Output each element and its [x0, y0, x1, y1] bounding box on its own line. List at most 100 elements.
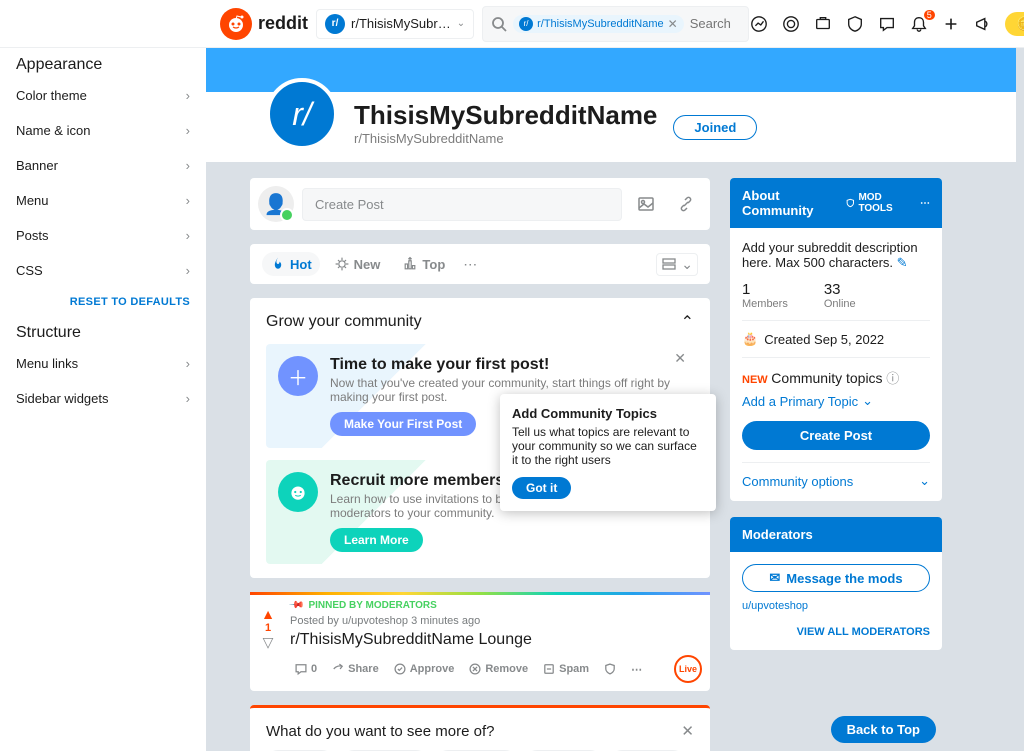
- panel-item-sidebar-widgets[interactable]: Sidebar widgets›: [0, 381, 206, 416]
- comments-button[interactable]: 0: [290, 660, 321, 678]
- community-topics-tooltip: Add Community Topics Tell us what topics…: [500, 394, 716, 511]
- info-icon[interactable]: ⓘ: [886, 371, 899, 386]
- user-avatar-small[interactable]: 👤: [258, 186, 294, 222]
- panel-item-name-icon[interactable]: Name & icon›: [0, 113, 206, 148]
- chevron-right-icon: ›: [186, 228, 190, 243]
- clear-scope-icon[interactable]: ✕: [668, 17, 678, 31]
- create-post-input[interactable]: Create Post: [302, 188, 622, 221]
- share-button[interactable]: Share: [327, 660, 383, 678]
- mod-tools-link[interactable]: MOD TOOLS: [845, 192, 912, 214]
- coin-icon[interactable]: [781, 14, 801, 34]
- reset-defaults-link[interactable]: RESET TO DEFAULTS: [0, 288, 206, 316]
- popular-icon[interactable]: [749, 14, 769, 34]
- close-icon[interactable]: ✕: [674, 350, 686, 367]
- chat-icon[interactable]: [877, 14, 897, 34]
- search-icon: [491, 16, 507, 32]
- panel-item-color-theme[interactable]: Color theme›: [0, 78, 206, 113]
- upvote-icon[interactable]: ▲: [261, 606, 275, 622]
- reddit-icon: [220, 8, 252, 40]
- chevron-down-icon: ⌄: [681, 256, 693, 273]
- notif-badge: 5: [924, 10, 935, 20]
- sidebar-column: About Community MOD TOOLS ⋯ Add your sub…: [730, 178, 942, 751]
- chevron-down-icon: ⌄: [919, 473, 930, 489]
- make-first-post-button[interactable]: Make Your First Post: [330, 412, 476, 436]
- free-button[interactable]: 🪙 Free: [1005, 12, 1024, 36]
- about-community-card: About Community MOD TOOLS ⋯ Add your sub…: [730, 178, 942, 501]
- shield-icon[interactable]: [845, 14, 865, 34]
- advertise-icon[interactable]: [973, 14, 993, 34]
- panel-item-menu-links[interactable]: Menu links›: [0, 346, 206, 381]
- post-author-link[interactable]: u/upvoteshop: [342, 615, 408, 627]
- more-actions-icon[interactable]: ⋯: [627, 661, 646, 678]
- sort-bar: Hot New Top ⋯ ⌄: [250, 244, 710, 284]
- learn-more-button[interactable]: Learn More: [330, 528, 423, 552]
- close-icon[interactable]: ✕: [681, 722, 694, 740]
- community-icon: r/: [325, 14, 345, 34]
- search-scope-pill[interactable]: r/ r/ThisisMySubredditName ✕: [513, 15, 684, 33]
- add-primary-topic-link[interactable]: Add a Primary Topic ⌄: [742, 393, 930, 409]
- pinned-badge: 📌 PINNED BY MODERATORS: [290, 600, 702, 611]
- coin-small-icon: 🪙: [1017, 16, 1024, 32]
- panel-item-css[interactable]: CSS›: [0, 253, 206, 288]
- remove-button[interactable]: Remove: [464, 660, 532, 678]
- reddit-logo[interactable]: reddit: [220, 8, 308, 40]
- spam-button[interactable]: Spam: [538, 660, 593, 678]
- create-post-icon[interactable]: [941, 14, 961, 34]
- panel-item-banner[interactable]: Banner›: [0, 148, 206, 183]
- subreddit-title: ThisisMySubredditName: [354, 100, 657, 131]
- chevron-down-icon: ⌄: [457, 18, 465, 29]
- back-to-top-button[interactable]: Back to Top: [831, 716, 936, 743]
- new-badge: NEW: [742, 374, 768, 386]
- subreddit-banner[interactable]: [206, 48, 1016, 92]
- panel-item-menu[interactable]: Menu›: [0, 183, 206, 218]
- tooltip-title: Add Community Topics: [512, 406, 704, 421]
- chevron-right-icon: ›: [186, 193, 190, 208]
- moderators-card: Moderators ✉ Message the mods u/upvotesh…: [730, 517, 942, 650]
- post-card[interactable]: ▲ 1 ▽ 📌 PINNED BY MODERATORS Posted by u…: [250, 592, 710, 691]
- notifications-icon[interactable]: 5: [909, 14, 929, 34]
- sort-top[interactable]: Top: [394, 252, 453, 276]
- live-badge: Live: [674, 655, 702, 683]
- chevron-right-icon: ›: [186, 88, 190, 103]
- sort-new[interactable]: New: [326, 252, 389, 276]
- link-post-icon[interactable]: [670, 194, 702, 214]
- moderation-icon[interactable]: [813, 14, 833, 34]
- created-date: 🎂 Created Sep 5, 2022: [742, 320, 930, 357]
- tooltip-gotit-button[interactable]: Got it: [512, 477, 571, 499]
- vote-score: 1: [265, 622, 271, 634]
- join-button[interactable]: Joined: [673, 115, 757, 140]
- search-input[interactable]: [690, 16, 740, 31]
- collapse-icon[interactable]: ⌃: [681, 312, 694, 332]
- chevron-right-icon: ›: [186, 123, 190, 138]
- top-header: reddit r/ r/ThisisMySubr… ⌄ r/ r/ThisisM…: [0, 0, 1024, 48]
- view-mode-toggle[interactable]: ⌄: [656, 253, 698, 276]
- mod-shield-icon[interactable]: [599, 660, 621, 678]
- edit-description-icon[interactable]: ✎: [897, 255, 908, 270]
- create-post-button[interactable]: Create Post: [742, 421, 930, 450]
- cake-icon: 🎂: [742, 331, 758, 347]
- plus-circle-icon: ＋: [278, 356, 318, 396]
- more-icon[interactable]: ⋯: [920, 198, 930, 209]
- community-dropdown[interactable]: r/ r/ThisisMySubr… ⌄: [316, 9, 474, 39]
- message-mods-button[interactable]: ✉ Message the mods: [742, 564, 930, 592]
- more-sort-icon[interactable]: ⋯: [463, 256, 477, 273]
- view-all-moderators-link[interactable]: VIEW ALL MODERATORS: [742, 626, 930, 638]
- tooltip-body: Tell us what topics are relevant to your…: [512, 425, 704, 467]
- grow-title: Grow your community ⌃: [266, 312, 694, 332]
- brand-text: reddit: [258, 13, 308, 34]
- moderator-user-link[interactable]: u/upvoteshop: [742, 600, 930, 612]
- chevron-right-icon: ›: [186, 158, 190, 173]
- chevron-right-icon: ›: [186, 391, 190, 406]
- sort-hot[interactable]: Hot: [262, 252, 320, 276]
- panel-item-posts[interactable]: Posts›: [0, 218, 206, 253]
- image-post-icon[interactable]: [630, 194, 662, 214]
- downvote-icon[interactable]: ▽: [263, 634, 274, 651]
- subreddit-avatar[interactable]: r/: [266, 78, 338, 150]
- create-post-bar: 👤 Create Post: [250, 178, 710, 230]
- community-options-toggle[interactable]: Community options ⌄: [742, 462, 930, 489]
- search-bar[interactable]: r/ r/ThisisMySubredditName ✕: [482, 6, 749, 42]
- approve-button[interactable]: Approve: [389, 660, 459, 678]
- post-title[interactable]: r/ThisisMySubredditName Lounge: [290, 631, 702, 649]
- header-actions: 5 🪙 Free 👤: [749, 12, 1024, 36]
- about-heading: About Community: [742, 188, 845, 218]
